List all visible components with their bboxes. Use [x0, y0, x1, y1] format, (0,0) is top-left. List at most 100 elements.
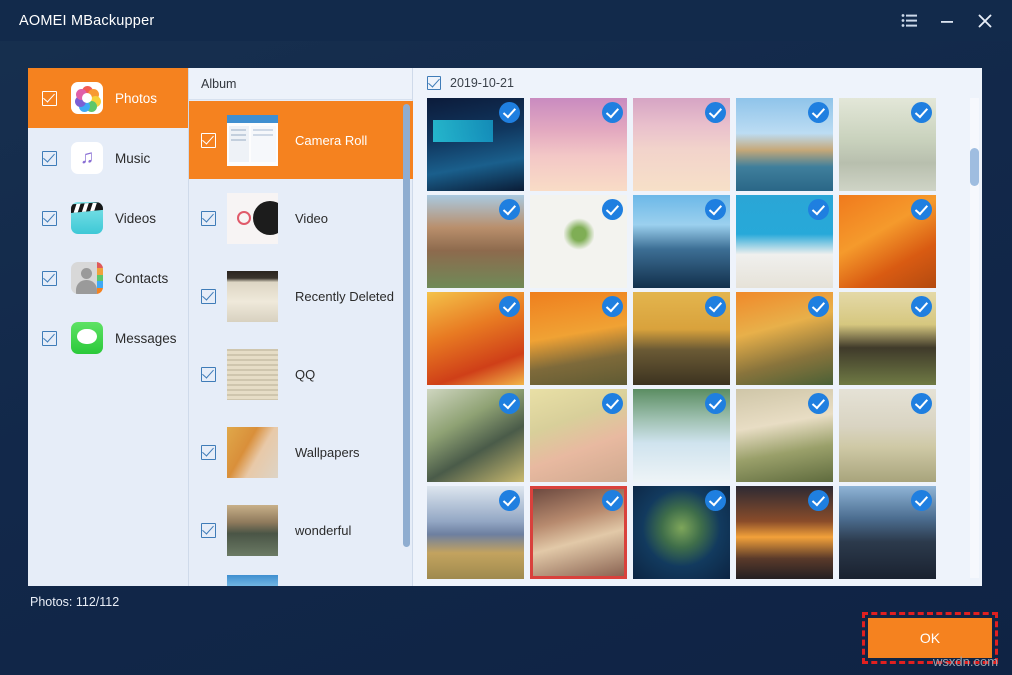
- sidebar-item-photos[interactable]: Photos: [28, 68, 188, 128]
- photo-check-icon[interactable]: [911, 490, 932, 511]
- album-thumbnail: [227, 427, 278, 478]
- album-item-wallpapers[interactable]: Wallpapers: [189, 413, 413, 491]
- album-item-camera-roll[interactable]: Camera Roll: [189, 101, 413, 179]
- photo-thumbnail[interactable]: [633, 292, 730, 385]
- photo-thumbnail[interactable]: [839, 389, 936, 482]
- sidebar-item-label: Music: [115, 151, 150, 166]
- close-icon[interactable]: [966, 0, 1004, 41]
- photo-thumbnail[interactable]: [530, 486, 627, 579]
- album-checkbox[interactable]: [201, 523, 216, 538]
- photo-check-icon[interactable]: [705, 102, 726, 123]
- date-group-header[interactable]: 2019-10-21: [413, 68, 982, 98]
- sidebar-item-contacts[interactable]: Contacts: [28, 248, 188, 308]
- photo-thumbnail[interactable]: [427, 389, 524, 482]
- photo-check-icon[interactable]: [705, 490, 726, 511]
- album-checkbox[interactable]: [201, 211, 216, 226]
- photo-check-icon[interactable]: [808, 490, 829, 511]
- photo-thumbnail[interactable]: [530, 389, 627, 482]
- album-item-wonderful[interactable]: wonderful: [189, 491, 413, 569]
- album-checkbox[interactable]: [201, 445, 216, 460]
- photo-thumbnail[interactable]: [530, 195, 627, 288]
- photo-check-icon[interactable]: [911, 102, 932, 123]
- photo-thumbnail[interactable]: [427, 486, 524, 579]
- photo-check-icon[interactable]: [602, 296, 623, 317]
- sidebar-item-music[interactable]: ♫ Music: [28, 128, 188, 188]
- ok-button-wrapper: OK: [868, 618, 992, 658]
- photo-check-icon[interactable]: [808, 393, 829, 414]
- music-checkbox[interactable]: [42, 151, 57, 166]
- photo-thumbnail[interactable]: [736, 292, 833, 385]
- photo-check-icon[interactable]: [602, 102, 623, 123]
- photo-thumbnail[interactable]: [839, 292, 936, 385]
- photo-thumbnail[interactable]: [427, 98, 524, 191]
- album-item-recently-deleted[interactable]: Recently Deleted: [189, 257, 413, 335]
- photo-thumbnail[interactable]: [633, 98, 730, 191]
- photo-check-icon[interactable]: [499, 102, 520, 123]
- photo-check-icon[interactable]: [705, 199, 726, 220]
- album-scrollbar-thumb[interactable]: [403, 104, 410, 547]
- photo-thumbnail[interactable]: [633, 195, 730, 288]
- photo-check-icon[interactable]: [705, 393, 726, 414]
- album-label: Wallpapers: [295, 445, 360, 460]
- title-bar: AOMEI MBackupper: [0, 0, 1012, 41]
- photo-check-icon[interactable]: [808, 199, 829, 220]
- status-text: Photos: 112/112: [30, 595, 119, 609]
- album-checkbox[interactable]: [201, 133, 216, 148]
- messages-checkbox[interactable]: [42, 331, 57, 346]
- album-column: Album Camera Roll: [189, 68, 413, 586]
- album-label: Video: [295, 211, 328, 226]
- photo-thumbnail[interactable]: [736, 389, 833, 482]
- videos-checkbox[interactable]: [42, 211, 57, 226]
- album-checkbox[interactable]: [201, 289, 216, 304]
- app-window: AOMEI MBackupper: [0, 0, 1012, 675]
- sidebar-item-messages[interactable]: Messages: [28, 308, 188, 368]
- album-label: Camera Roll: [295, 133, 367, 148]
- photo-check-icon[interactable]: [705, 296, 726, 317]
- photo-check-icon[interactable]: [499, 490, 520, 511]
- photo-thumbnail[interactable]: [839, 195, 936, 288]
- album-item-video[interactable]: Video: [189, 179, 413, 257]
- sidebar-item-label: Photos: [115, 91, 157, 106]
- grid-scrollbar-thumb[interactable]: [970, 148, 979, 186]
- album-label: Recently Deleted: [295, 289, 394, 304]
- photo-check-icon[interactable]: [499, 393, 520, 414]
- album-item-partial[interactable]: [189, 569, 413, 586]
- photo-check-icon[interactable]: [911, 393, 932, 414]
- sidebar-item-videos[interactable]: Videos: [28, 188, 188, 248]
- album-label: QQ: [295, 367, 315, 382]
- photo-thumbnail[interactable]: [736, 98, 833, 191]
- date-group-checkbox[interactable]: [427, 76, 441, 90]
- watermark: wsxdn.com: [933, 654, 998, 669]
- photo-check-icon[interactable]: [499, 296, 520, 317]
- album-thumbnail: [227, 505, 278, 556]
- photo-check-icon[interactable]: [602, 490, 623, 511]
- photo-check-icon[interactable]: [911, 199, 932, 220]
- photo-check-icon[interactable]: [602, 393, 623, 414]
- photo-thumbnail[interactable]: [633, 389, 730, 482]
- menu-icon[interactable]: [890, 0, 928, 41]
- photo-thumbnail[interactable]: [633, 486, 730, 579]
- photo-check-icon[interactable]: [808, 102, 829, 123]
- photo-thumbnail[interactable]: [530, 292, 627, 385]
- sidebar-item-label: Videos: [115, 211, 156, 226]
- photo-thumbnail[interactable]: [427, 195, 524, 288]
- photo-thumbnail[interactable]: [736, 195, 833, 288]
- album-checkbox[interactable]: [201, 367, 216, 382]
- contacts-checkbox[interactable]: [42, 271, 57, 286]
- photo-thumbnail[interactable]: [530, 98, 627, 191]
- photo-check-icon[interactable]: [499, 199, 520, 220]
- album-thumbnail: [227, 193, 278, 244]
- album-item-qq[interactable]: QQ: [189, 335, 413, 413]
- photo-check-icon[interactable]: [602, 199, 623, 220]
- album-thumbnail: [227, 575, 278, 586]
- photo-thumbnail[interactable]: [839, 98, 936, 191]
- photo-thumbnail[interactable]: [736, 486, 833, 579]
- photo-check-icon[interactable]: [911, 296, 932, 317]
- photo-thumbnail[interactable]: [839, 486, 936, 579]
- photos-checkbox[interactable]: [42, 91, 57, 106]
- photo-check-icon[interactable]: [808, 296, 829, 317]
- minimize-icon[interactable]: [928, 0, 966, 41]
- ok-button[interactable]: OK: [868, 618, 992, 658]
- main-panel: Photos ♫ Music Videos: [28, 68, 982, 586]
- photo-thumbnail[interactable]: [427, 292, 524, 385]
